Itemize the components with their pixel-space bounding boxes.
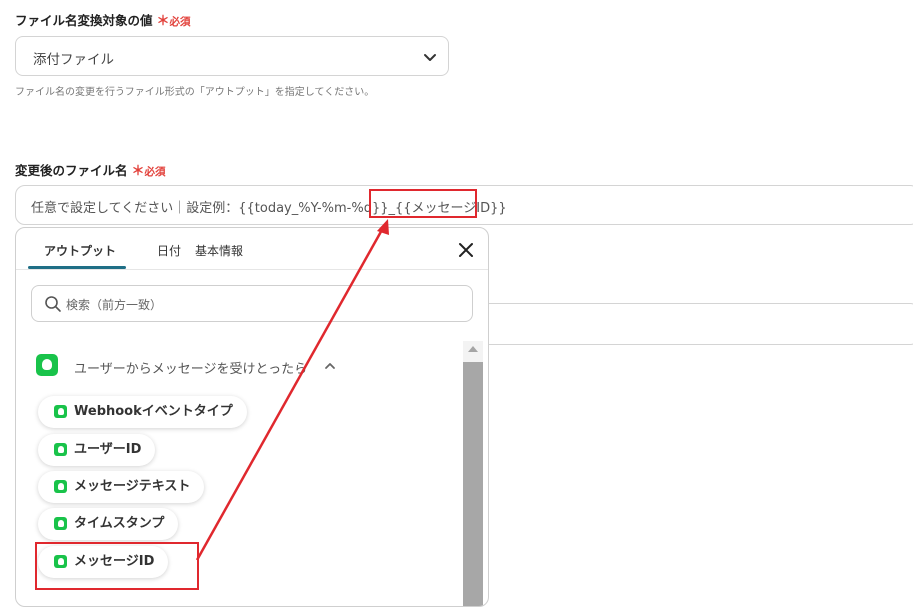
annotation-arrow (195, 219, 389, 561)
